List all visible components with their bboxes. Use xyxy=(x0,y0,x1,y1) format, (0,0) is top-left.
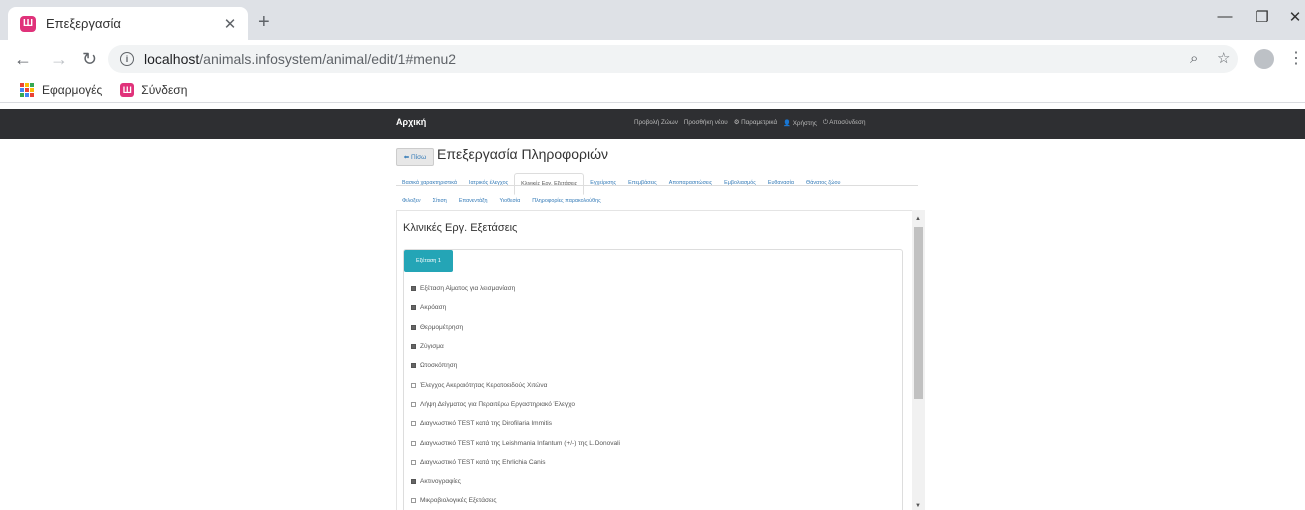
checkbox-label: Διαγνωστικό TEST κατά της Leishmania Inf… xyxy=(420,439,621,447)
checkbox-label: Εξέταση Αίματος για λεισμανίαση xyxy=(420,285,516,293)
site-favicon-icon: Ш xyxy=(20,15,36,32)
tab-medical-check[interactable]: Ιατρικός έλεγχος xyxy=(463,180,514,195)
checkbox-label: Διαγνωστικό TEST κατά της Ehrlichia Cani… xyxy=(420,458,546,466)
reload-icon[interactable]: ↻ xyxy=(82,49,97,69)
scroll-down-icon[interactable]: ▼ xyxy=(915,503,921,509)
bookmarks-bar: Εφαρμογές Ш Σύνδεση xyxy=(0,78,1305,103)
browser-toolbar: ← → ↻ i localhost/animals.infosystem/ani… xyxy=(0,40,1305,78)
close-tab-icon[interactable]: ✕ xyxy=(222,15,238,33)
tab-vaccination[interactable]: Εμβολιασμός xyxy=(718,180,762,195)
back-arrow-icon[interactable]: ← xyxy=(14,49,32,69)
checkbox-label: Διαγνωστικό TEST κατά της Dirofilaria Im… xyxy=(420,420,552,428)
exam-check-item[interactable]: Διαγνωστικό TEST κατά της Ehrlichia Cani… xyxy=(411,453,620,472)
tab-reintegration[interactable]: Επανεντάξη xyxy=(453,198,494,204)
checkbox[interactable] xyxy=(411,440,416,446)
checkbox[interactable] xyxy=(411,324,416,330)
nav-parameters[interactable]: ⚙ Παραμετρικά xyxy=(734,119,777,127)
tabs-row-1: Βασικά χαρακτηριστικά Ιατρικός έλεγχος Κ… xyxy=(396,173,846,195)
checkbox[interactable] xyxy=(411,498,416,504)
checkbox[interactable] xyxy=(411,421,416,427)
checkbox-label: Λήψη Δείγματος για Περαιτέρω Εργαστηριακ… xyxy=(420,400,575,408)
zoom-icon[interactable]: ⌕ xyxy=(1190,50,1198,68)
back-button[interactable]: ⬅ Πίσω xyxy=(396,148,434,166)
browser-tab[interactable]: Ш Επεξεργασία ✕ xyxy=(8,7,248,40)
checkbox-label: Θερμομέτρηση xyxy=(420,323,464,331)
tab-basic[interactable]: Βασικά χαρακτηριστικά xyxy=(396,180,463,195)
page-title: Επεξεργασία Πληροφοριών xyxy=(437,146,609,162)
checkbox-label: Ζύγισμα xyxy=(420,343,444,351)
nav-add-new[interactable]: Προσθήκη νέου xyxy=(684,119,728,127)
scrollbar-thumb[interactable] xyxy=(914,227,923,399)
bookmark-login[interactable]: Σύνδεση xyxy=(141,83,187,97)
close-window-icon[interactable]: ✕ xyxy=(1285,8,1305,26)
exam-check-item[interactable]: Ζύγισμα xyxy=(411,337,620,356)
forward-arrow-icon[interactable]: → xyxy=(50,49,68,69)
tabs-divider xyxy=(396,185,918,186)
exam-check-item[interactable]: Ακτινογραφίες xyxy=(411,472,620,491)
tab-title: Επεξεργασία xyxy=(46,16,121,31)
tab-interventions[interactable]: Επεμβάσεις xyxy=(622,180,663,195)
checkbox-label: Ακτινογραφίες xyxy=(420,478,461,486)
nav-view-animals[interactable]: Προβολή Ζώων xyxy=(634,119,678,127)
exam-check-item[interactable]: Διαγνωστικό TEST κατά της Leishmania Inf… xyxy=(411,433,620,452)
exam-panel: Εξέταση 1 Εξέταση Αίματος για λεισμανίασ… xyxy=(403,249,903,510)
tab-feeding[interactable]: Σίτιση xyxy=(427,198,453,204)
section-title: Κλινικές Εργ. Εξετάσεις xyxy=(403,222,518,234)
tab-surgery[interactable]: Εγχείρισης xyxy=(584,180,622,195)
checkbox[interactable] xyxy=(411,363,416,369)
checkbox-label: Μικροβιολογικές Εξετάσεις xyxy=(420,497,497,505)
bookmark-apps[interactable]: Εφαρμογές xyxy=(42,83,102,97)
checkbox-label: Έλεγχος Ακεραιότητας Κερατοειδούς Χιτώνα xyxy=(420,381,548,389)
tab-hosting[interactable]: Φιλοξεν xyxy=(396,198,427,204)
checkbox[interactable] xyxy=(411,344,416,350)
url-host: localhost xyxy=(144,51,200,67)
tab-adoption[interactable]: Υιοθεσία xyxy=(494,198,527,204)
checkbox-label: Ωτοσκόπηση xyxy=(420,362,458,370)
exam-check-item[interactable]: Διαγνωστικό TEST κατά της Dirofilaria Im… xyxy=(411,414,620,433)
profile-avatar[interactable] xyxy=(1254,49,1274,69)
exam-check-item[interactable]: Έλεγχος Ακεραιότητας Κερατοειδούς Χιτώνα xyxy=(411,375,620,394)
apps-grid-icon xyxy=(20,83,34,97)
tab-monitoring-info[interactable]: Πληροφορίες παρακολούθης xyxy=(526,198,607,204)
tab-content-scroll-area[interactable]: Κλινικές Εργ. Εξετάσεις Εξέταση 1 Εξέτασ… xyxy=(396,210,924,510)
exam-check-item[interactable]: Ωτοσκόπηση xyxy=(411,356,620,375)
checkbox[interactable] xyxy=(411,459,416,465)
site-navbar: Αρχική Προβολή Ζώων Προσθήκη νέου ⚙ Παρα… xyxy=(0,109,1305,139)
exam-check-item[interactable]: Λήψη Δείγματος για Περαιτέρω Εργαστηριακ… xyxy=(411,395,620,414)
bookmark-star-icon[interactable]: ☆ xyxy=(1217,50,1230,68)
exam-check-item[interactable]: Ακρόαση xyxy=(411,298,620,317)
nav-user[interactable]: 👤 Χρήστης xyxy=(783,119,817,127)
tab-euthanasia[interactable]: Ευθανασία xyxy=(762,180,800,195)
more-menu-icon[interactable]: ⋮ xyxy=(1288,48,1304,68)
new-tab-button[interactable]: + xyxy=(258,12,270,32)
checkbox-label: Ακρόαση xyxy=(420,304,447,312)
restore-icon[interactable]: ❐ xyxy=(1252,8,1272,26)
exam-check-item[interactable]: Μικροβιολογικές Εξετάσεις xyxy=(411,491,620,510)
minimize-icon[interactable]: — xyxy=(1215,8,1235,25)
site-favicon-icon: Ш xyxy=(120,83,135,97)
exam-checklist: Εξέταση Αίματος για λεισμανίαση Ακρόαση Θε… xyxy=(411,279,620,510)
nav-logout[interactable]: ⏻ Αποσύνδεση xyxy=(823,119,866,127)
browser-tab-strip: Ш Επεξεργασία ✕ + — ❐ ✕ xyxy=(0,0,1305,40)
info-icon[interactable]: i xyxy=(120,52,134,66)
exam-check-item[interactable]: Εξέταση Αίματος για λεισμανίαση xyxy=(411,279,620,298)
checkbox[interactable] xyxy=(411,401,416,407)
tab-clinical-exams[interactable]: Κλινικές Εργ. Εξετάσεις xyxy=(514,173,585,195)
vertical-scrollbar[interactable]: ▲ ▼ xyxy=(912,210,925,510)
checkbox[interactable] xyxy=(411,382,416,388)
url-path: /animals.infosystem/animal/edit/1#menu2 xyxy=(199,51,457,67)
navbar-links: Προβολή Ζώων Προσθήκη νέου ⚙ Παραμετρικά… xyxy=(634,119,865,127)
scroll-up-icon[interactable]: ▲ xyxy=(915,216,921,222)
navbar-brand[interactable]: Αρχική xyxy=(396,117,426,127)
checkbox[interactable] xyxy=(411,479,416,485)
exam-tab-1[interactable]: Εξέταση 1 xyxy=(404,250,453,272)
address-bar[interactable]: i localhost/animals.infosystem/animal/ed… xyxy=(108,45,1238,73)
checkbox[interactable] xyxy=(411,305,416,311)
exam-check-item[interactable]: Θερμομέτρηση xyxy=(411,318,620,337)
tab-animal-death[interactable]: Θάνατος ζώου xyxy=(800,180,846,195)
checkbox[interactable] xyxy=(411,286,416,292)
tab-deworming[interactable]: Αποπαρασιτώσεις xyxy=(663,180,718,195)
tabs-row-2: Φιλοξεν Σίτιση Επανεντάξη Υιοθεσία Πληρο… xyxy=(396,198,607,204)
